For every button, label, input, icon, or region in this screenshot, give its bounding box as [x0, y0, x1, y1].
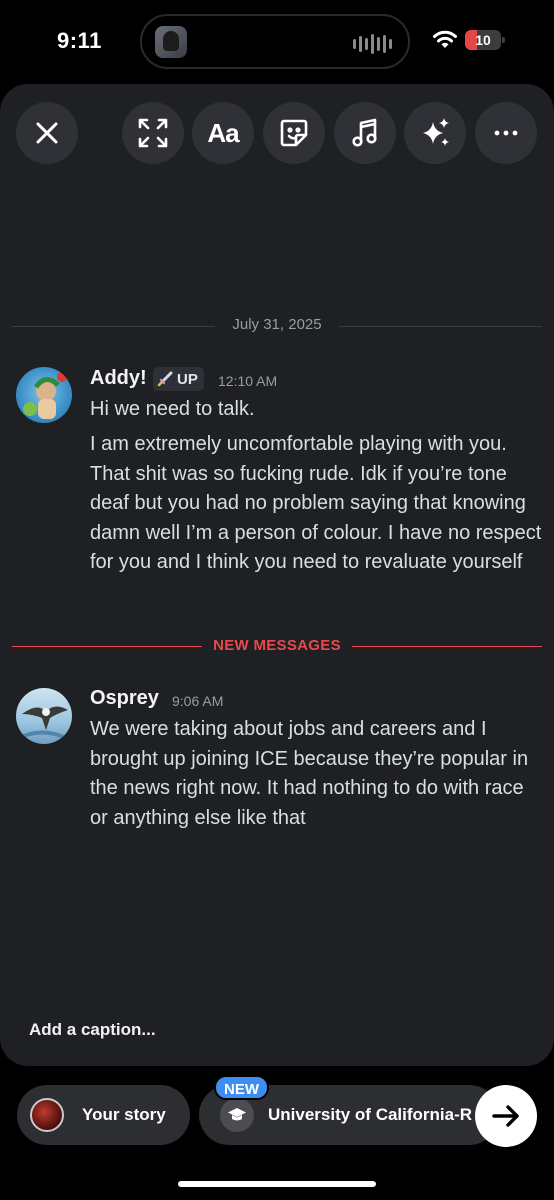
arrow-right-icon [492, 1105, 519, 1127]
more-button[interactable] [475, 102, 537, 164]
clock: 9:11 [57, 28, 102, 53]
username[interactable]: Osprey [90, 687, 159, 710]
music-button[interactable] [334, 102, 396, 164]
battery-tip [502, 37, 505, 43]
more-icon [494, 130, 518, 136]
date-divider: July 31, 2025 [232, 316, 322, 333]
battery-level: 10 [475, 32, 491, 48]
sword-icon [157, 371, 173, 387]
new-badge: NEW [214, 1075, 269, 1100]
battery-indicator: 10 [465, 30, 501, 50]
resize-button[interactable] [122, 102, 184, 164]
close-icon [36, 122, 58, 144]
avatar[interactable] [16, 688, 72, 744]
effects-button[interactable] [404, 102, 466, 164]
music-note-icon [352, 118, 377, 147]
home-indicator[interactable] [178, 1181, 376, 1187]
role-badge-label: UP [177, 370, 198, 388]
avatar-artwork [22, 706, 68, 740]
your-story-button[interactable]: Your story [17, 1085, 190, 1145]
role-badge[interactable]: UP [153, 367, 204, 391]
graduation-cap-icon [220, 1098, 254, 1132]
now-playing-artwork [155, 26, 187, 58]
message-timestamp: 9:06 AM [172, 693, 224, 709]
story-avatar [30, 1098, 64, 1132]
wifi-icon [433, 30, 457, 48]
message-text: Hi we need to talk. [90, 398, 255, 420]
text-tool-label: Aa [207, 117, 239, 148]
audio-waveform-icon [353, 34, 392, 54]
community-label: University of California-R [268, 1105, 473, 1124]
new-messages-divider: NEW MESSAGES [213, 637, 341, 654]
close-button[interactable] [16, 102, 78, 164]
message-timestamp: 12:10 AM [218, 373, 278, 389]
username[interactable]: Addy! [90, 367, 147, 390]
text-tool-button[interactable]: Aa [192, 102, 254, 164]
send-button[interactable] [475, 1085, 537, 1147]
message-text: I am extremely uncomfortable playing wit… [90, 433, 542, 573]
message-text: We were taking about jobs and careers an… [90, 718, 529, 829]
status-bar: 9:11 10 [0, 0, 554, 84]
avatar-artwork [23, 372, 67, 419]
sticker-button[interactable] [263, 102, 325, 164]
sparkles-icon [423, 118, 449, 146]
avatar[interactable] [16, 367, 72, 423]
your-story-label: Your story [82, 1105, 166, 1124]
sticker-icon [280, 119, 308, 147]
expand-icon [138, 118, 168, 148]
dynamic-island[interactable] [140, 14, 410, 69]
story-editor-card: Aa July 31, 2025 Addy! UP 12:10 AM Hi we… [0, 84, 554, 1066]
caption-input[interactable]: Add a caption... [29, 1020, 156, 1040]
